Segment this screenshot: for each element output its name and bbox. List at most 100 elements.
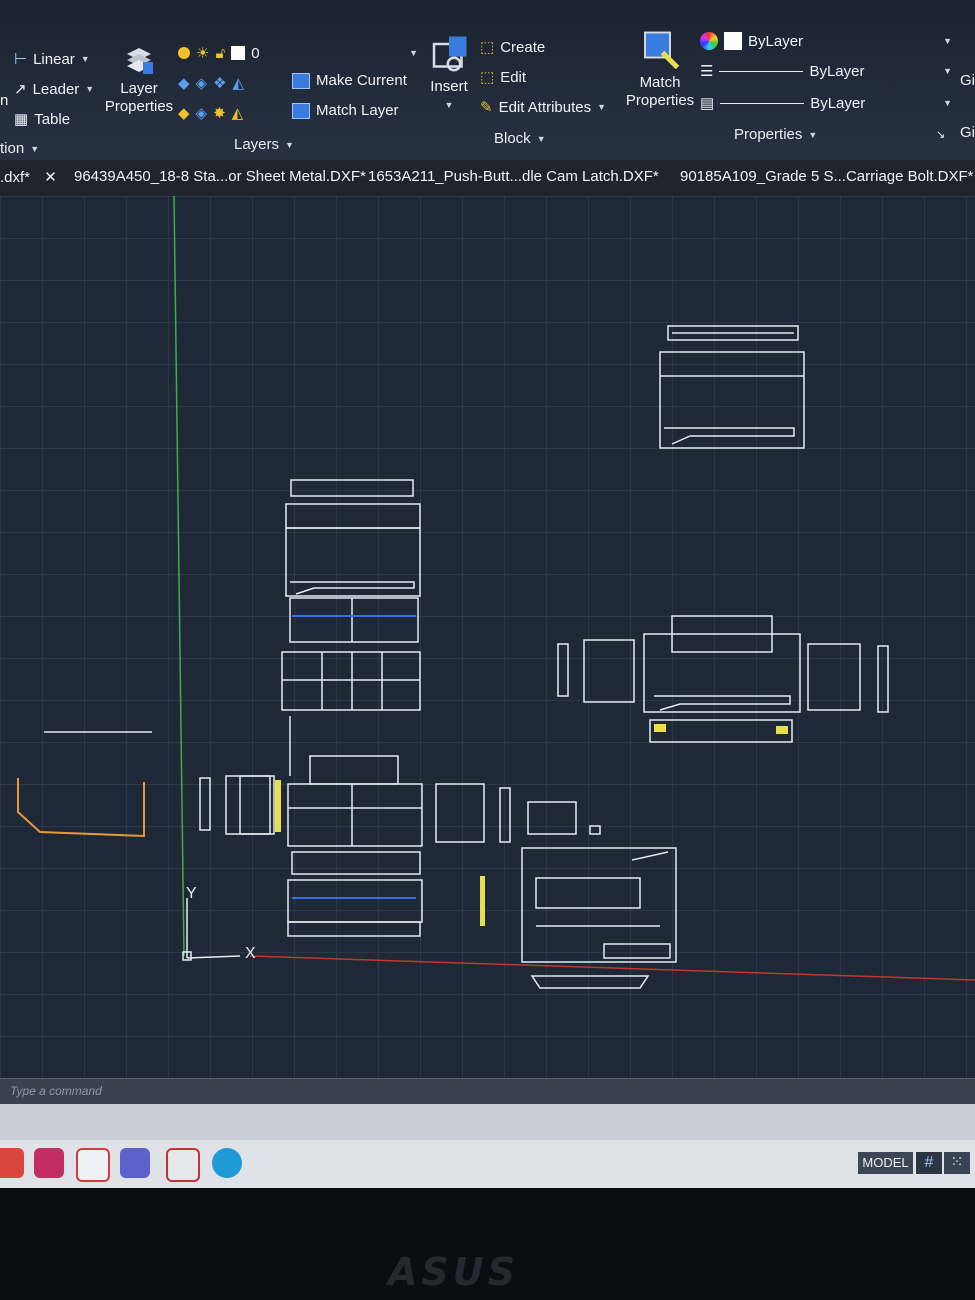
chevron-down-icon: ▼	[943, 98, 952, 108]
ucs-icon	[182, 898, 241, 961]
sheet-metal-part-right-assembly	[557, 615, 889, 743]
properties-dialog-launcher[interactable]: ↘	[936, 128, 945, 141]
linear-dimension-icon: ⊢	[14, 51, 28, 68]
layer-tools-row-2: ◆ ◈ ✸ ◭	[178, 104, 243, 122]
taskbar-app-icon[interactable]	[0, 1148, 24, 1178]
close-icon[interactable]: ✕	[44, 169, 57, 186]
linear-label: Linear	[33, 50, 75, 68]
create-block-icon: ⬚	[480, 39, 495, 56]
partial-right-bottom-text: Gi	[960, 124, 975, 141]
current-layer-value: 0	[251, 44, 260, 62]
file-tab[interactable]: 1653A211_Push-Butt...dle Cam Latch.DXF*	[368, 168, 659, 185]
drawing-svg: Y X	[17, 196, 975, 989]
match-layer-button[interactable]: Match Layer	[292, 102, 399, 119]
layer-lock-icon[interactable]: ◭	[233, 74, 245, 92]
linetype-value: ByLayer	[809, 62, 865, 80]
linear-dimension-button[interactable]: ⊢ Linear ▼	[14, 50, 90, 69]
layer-on-icon[interactable]: ◆	[178, 104, 190, 122]
layer-freeze-icon[interactable]: ❖	[213, 74, 226, 92]
color-value: ByLayer	[748, 32, 804, 50]
table-button[interactable]: ▦ Table	[14, 110, 70, 129]
edit-attributes-label: Edit Attributes	[498, 98, 592, 116]
insert-icon	[432, 36, 467, 72]
y-axis-line	[173, 196, 185, 957]
linetype-dropdown[interactable]: ☰ ByLayer ▼	[700, 62, 952, 81]
layer-properties-button[interactable]: Layer Properties	[104, 44, 174, 116]
command-input[interactable]: Type a command	[10, 1084, 102, 1098]
table-icon: ▦	[14, 111, 29, 128]
file-tab[interactable]: 90185A109_Grade 5 S...Carriage Bolt.DXF*	[680, 168, 974, 185]
file-tab[interactable]: 96439A450_18-8 Sta...or Sheet Metal.DXF*	[74, 168, 366, 185]
create-block-button[interactable]: ⬚ Create	[480, 38, 545, 57]
layers-group-text: Layers	[234, 136, 280, 153]
tab-label: .dxf*	[0, 169, 31, 186]
command-line[interactable]: Type a command	[0, 1078, 975, 1105]
taskbar-app-icon[interactable]	[76, 1148, 110, 1182]
chevron-down-icon: ▼	[808, 129, 818, 140]
match-layer-label: Match Layer	[316, 102, 399, 119]
make-current-button[interactable]: Make Current	[292, 72, 407, 89]
block-group-label[interactable]: Block ▼	[494, 130, 546, 147]
model-label: MODEL	[862, 1155, 909, 1170]
layer-dropdown[interactable]: ☀ 🔓︎ 0 ▼	[178, 44, 418, 62]
chevron-down-icon: ▼	[536, 133, 546, 144]
edit-attributes-button[interactable]: ✎ Edit Attributes ▼	[480, 98, 607, 117]
layer-unisolate-icon[interactable]: ◈	[196, 104, 208, 122]
model-space-button[interactable]: MODEL	[858, 1152, 913, 1174]
layer-unlock-icon[interactable]: ◭	[232, 104, 244, 122]
unlock-icon: 🔓︎	[215, 44, 226, 62]
edge-browser-icon[interactable]	[212, 1148, 242, 1178]
match-layer-icon	[292, 102, 310, 119]
match-properties-label: Match Properties	[625, 74, 695, 109]
grid-toggle-icon[interactable]: #	[916, 1152, 942, 1174]
lineweight-icon: ▤	[700, 95, 715, 112]
partial-right-top-text: Gi	[960, 72, 975, 89]
leader-icon: ↗	[14, 81, 27, 98]
highlight-yellow	[776, 726, 788, 734]
command-history-band	[0, 1104, 975, 1140]
layer-thaw-icon[interactable]: ✸	[213, 104, 226, 122]
partial-right-group: Gi	[960, 72, 975, 89]
file-tab-bar: .dxf* ✕ 96439A450_18-8 Sta...or Sheet Me…	[0, 160, 975, 197]
sheet-metal-part-center-stack	[281, 479, 423, 937]
match-properties-icon	[644, 31, 680, 70]
file-tab-active[interactable]: .dxf* ✕	[0, 168, 57, 186]
chevron-down-icon: ▼	[409, 48, 418, 58]
linetype-icon: ☰	[700, 63, 714, 80]
drawing-canvas[interactable]: Y X	[0, 196, 975, 1078]
edit-block-button[interactable]: ⬚ Edit	[480, 68, 527, 87]
snap-toggle-icon[interactable]: ⁙	[944, 1152, 970, 1174]
highlight-yellow	[654, 724, 666, 732]
layer-off-icon[interactable]: ◆	[178, 74, 190, 92]
make-current-icon	[292, 72, 310, 89]
layer-properties-icon	[127, 48, 153, 74]
edit-label: Edit	[500, 68, 527, 86]
chevron-down-icon: ▼	[943, 66, 952, 76]
partial-left-label: n	[0, 92, 8, 109]
lineweight-dropdown[interactable]: ▤ ByLayer ▼	[700, 94, 952, 113]
taskbar-app-icon[interactable]	[34, 1148, 64, 1178]
sheet-metal-part-top-right	[659, 325, 805, 449]
highlight-yellow	[275, 780, 281, 832]
leader-label: Leader	[32, 80, 80, 98]
properties-group-text: Properties	[734, 126, 803, 143]
layers-group-label[interactable]: Layers ▼	[234, 136, 294, 153]
color-dropdown[interactable]: ByLayer ▼	[700, 32, 952, 50]
match-properties-button[interactable]: Match Properties	[622, 30, 698, 110]
insert-block-button[interactable]: Insert ▼	[424, 34, 474, 114]
tab-label: 96439A450_18-8 Sta...or Sheet Metal.DXF*	[74, 168, 366, 185]
chevron-down-icon: ▼	[597, 102, 607, 112]
teams-icon[interactable]	[120, 1148, 150, 1178]
ribbon: ⊢ Linear ▼ ↗ Leader ▼ ▦ Table tion ▼ n L…	[0, 0, 975, 160]
block-group-text: Block	[494, 130, 531, 147]
brand-text: ASUS	[388, 1250, 520, 1294]
taskbar-app-icon[interactable]	[166, 1148, 200, 1182]
monitor-brand-logo: ASUS	[388, 1250, 519, 1294]
leader-button[interactable]: ↗ Leader ▼	[14, 80, 94, 99]
side-brackets-left	[199, 775, 275, 835]
annotation-group-label[interactable]: tion ▼	[0, 140, 39, 157]
layer-isolate-icon[interactable]: ◈	[196, 74, 208, 92]
orange-profile-part	[17, 778, 145, 838]
properties-group-label[interactable]: Properties ▼	[734, 126, 817, 143]
sun-icon: ☀	[196, 45, 210, 62]
